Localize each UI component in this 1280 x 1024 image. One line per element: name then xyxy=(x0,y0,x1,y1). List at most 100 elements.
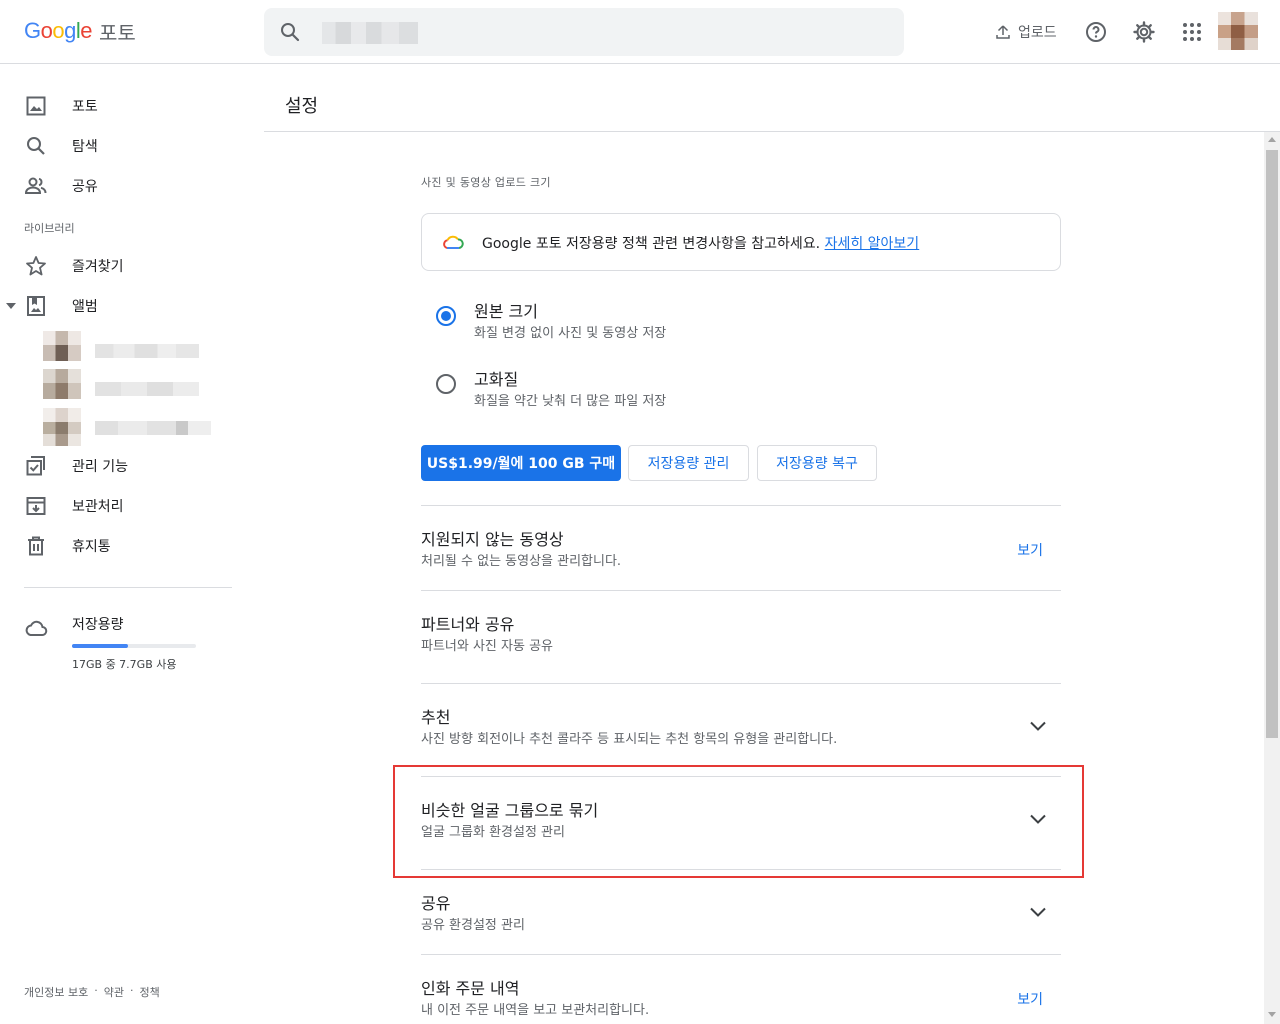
row-divider xyxy=(421,683,1061,684)
option-title: 고화질 xyxy=(474,370,519,389)
search-icon xyxy=(27,137,45,155)
footer-links: 개인정보 보호 · 약관 · 정책 xyxy=(24,984,160,1000)
upload-button[interactable]: 업로드 xyxy=(994,20,1057,44)
upload-icon xyxy=(996,25,1010,39)
sidebar-item-label: 탐색 xyxy=(72,139,98,155)
album-thumbnail[interactable] xyxy=(43,369,81,399)
footer-separator: · xyxy=(129,984,134,997)
album-icon xyxy=(27,296,45,316)
scroll-down-arrow-icon[interactable] xyxy=(1268,1012,1276,1017)
search-box[interactable] xyxy=(264,8,904,56)
search-icon[interactable] xyxy=(278,20,302,44)
option-title: 원본 크기 xyxy=(474,302,538,321)
sidebar-item-utilities[interactable]: 관리 기능 xyxy=(0,446,256,486)
row-title: 인화 주문 내역 xyxy=(421,979,520,998)
title-divider xyxy=(264,131,1280,132)
recover-storage-button[interactable]: 저장용량 복구 xyxy=(757,445,877,481)
library-heading: 라이브러리 xyxy=(24,222,75,235)
album-item[interactable] xyxy=(95,382,199,396)
option-high-quality[interactable]: 고화질 화질을 약간 낮춰 더 많은 파일 저장 xyxy=(421,366,1061,416)
row-title: 추천 xyxy=(421,708,451,727)
row-subtitle: 파트너와 사진 자동 공유 xyxy=(421,639,553,654)
storage-policy-banner: Google 포토 저장용량 정책 관련 변경사항을 참고하세요. 자세히 알아… xyxy=(421,213,1061,271)
apps-grid-icon xyxy=(1183,23,1201,41)
sidebar-item-label: 휴지통 xyxy=(72,539,111,555)
album-item[interactable] xyxy=(95,421,211,435)
sidebar-item-photos[interactable]: 포토 xyxy=(0,86,256,126)
view-print-orders-link[interactable]: 보기 xyxy=(1017,989,1043,1009)
row-divider xyxy=(421,505,1061,506)
sidebar-item-label: 앨범 xyxy=(72,299,98,315)
banner-text: Google 포토 저장용량 정책 관련 변경사항을 참고하세요. xyxy=(482,236,821,252)
row-unsupported-videos: 지원되지 않는 동영상 처리될 수 없는 동영상을 관리합니다. 보기 xyxy=(421,526,1061,576)
sidebar-item-sharing[interactable]: 공유 xyxy=(0,166,256,206)
row-subtitle: 사진 방향 회전이나 추천 콜라주 등 표시되는 추천 항목의 유형을 관리합니… xyxy=(421,732,838,747)
help-icon xyxy=(1086,22,1106,42)
google-photos-logo[interactable]: Google 포토 xyxy=(24,17,136,45)
radio-original-selected[interactable] xyxy=(436,306,456,326)
album-thumbnail[interactable] xyxy=(43,331,81,361)
trash-icon xyxy=(28,536,44,556)
sidebar-item-storage[interactable]: 저장용량 xyxy=(0,604,256,656)
chevron-down-icon[interactable] xyxy=(1026,714,1050,738)
search-input[interactable] xyxy=(322,22,418,44)
chevron-down-icon[interactable] xyxy=(1026,900,1050,924)
sidebar-item-label: 포토 xyxy=(72,99,98,115)
google-cloud-icon xyxy=(443,235,464,249)
people-icon xyxy=(24,177,47,194)
row-sharing[interactable]: 공유 공유 환경설정 관리 xyxy=(421,890,1061,940)
option-subtitle: 화질을 약간 낮춰 더 많은 파일 저장 xyxy=(474,394,667,409)
storage-meter xyxy=(72,644,196,648)
sidebar-item-albums[interactable]: 앨범 xyxy=(0,286,256,326)
photo-icon xyxy=(26,96,46,116)
album-thumbnail[interactable] xyxy=(43,408,81,446)
sidebar: 포토 탐색 공유 라이브러리 즐겨찾기 앨범 관리 기능 보관처리 휴지통 저장… xyxy=(0,64,256,1024)
scrollbar-thumb[interactable] xyxy=(1266,150,1278,738)
sidebar-divider xyxy=(24,587,232,588)
buy-storage-button[interactable]: US$1.99/월에 100 GB 구매 xyxy=(421,445,621,481)
learn-more-link[interactable]: 자세히 알아보기 xyxy=(825,236,920,252)
row-suggestions[interactable]: 추천 사진 방향 회전이나 추천 콜라주 등 표시되는 추천 항목의 유형을 관… xyxy=(421,704,1061,754)
row-divider xyxy=(421,869,1061,870)
page-title: 설정 xyxy=(285,96,319,117)
manage-storage-button[interactable]: 저장용량 관리 xyxy=(628,445,749,481)
sidebar-item-label: 즐겨찾기 xyxy=(72,259,124,275)
face-grouping-highlight-box xyxy=(393,765,1084,878)
sidebar-item-label: 보관처리 xyxy=(72,499,124,515)
policy-link[interactable]: 정책 xyxy=(139,984,159,1000)
storage-usage-text: 17GB 중 7.7GB 사용 xyxy=(72,658,177,671)
row-divider xyxy=(421,954,1061,955)
row-subtitle: 내 이전 주문 내역을 보고 보관처리합니다. xyxy=(421,1003,650,1018)
row-subtitle: 공유 환경설정 관리 xyxy=(421,918,525,933)
star-icon xyxy=(26,256,46,276)
row-title: 공유 xyxy=(421,894,451,913)
gear-icon xyxy=(1133,21,1155,43)
footer-separator: · xyxy=(94,984,98,997)
radio-high-quality[interactable] xyxy=(436,374,456,394)
archive-icon xyxy=(26,497,46,515)
option-original-quality[interactable]: 원본 크기 화질 변경 없이 사진 및 동영상 저장 xyxy=(421,298,1061,348)
storage-meter-fill xyxy=(72,644,128,648)
album-item[interactable] xyxy=(95,344,199,358)
privacy-link[interactable]: 개인정보 보호 xyxy=(24,984,88,1000)
settings-button[interactable] xyxy=(1128,16,1160,48)
sidebar-item-trash[interactable]: 휴지통 xyxy=(0,526,256,566)
view-unsupported-videos-link[interactable]: 보기 xyxy=(1017,540,1043,560)
cloud-icon xyxy=(25,620,48,636)
terms-link[interactable]: 약관 xyxy=(104,984,124,1000)
row-partner-sharing[interactable]: 파트너와 공유 파트너와 사진 자동 공유 xyxy=(421,611,1061,661)
upload-label: 업로드 xyxy=(1018,25,1057,41)
sidebar-item-explore[interactable]: 탐색 xyxy=(0,126,256,166)
sidebar-item-label: 관리 기능 xyxy=(72,459,128,475)
scroll-up-arrow-icon[interactable] xyxy=(1268,137,1276,142)
scrollbar[interactable] xyxy=(1264,132,1280,1024)
google-wordmark: Google xyxy=(24,18,93,43)
checklist-icon xyxy=(26,456,45,476)
sidebar-item-archive[interactable]: 보관처리 xyxy=(0,486,256,526)
sidebar-item-favorites[interactable]: 즐겨찾기 xyxy=(0,246,256,286)
expand-caret-icon[interactable] xyxy=(6,286,18,326)
account-avatar[interactable] xyxy=(1218,12,1258,50)
row-print-orders: 인화 주문 내역 내 이전 주문 내역을 보고 보관처리합니다. 보기 xyxy=(421,975,1061,1020)
help-button[interactable] xyxy=(1080,16,1112,48)
apps-button[interactable] xyxy=(1176,16,1208,48)
